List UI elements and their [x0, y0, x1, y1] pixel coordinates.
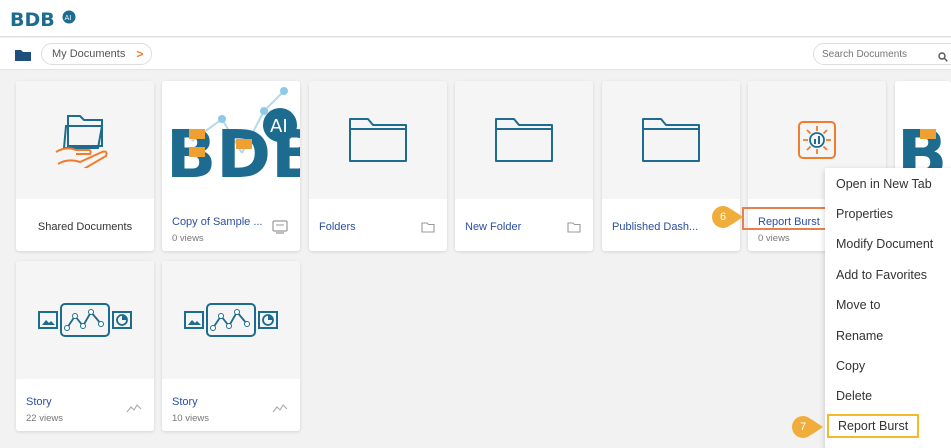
document-card-folders[interactable]: Folders [309, 81, 447, 251]
card-thumbnail: BDB AI [162, 81, 300, 199]
card-thumbnail [309, 81, 447, 199]
document-card-copy-of-sample[interactable]: BDB AI Copy of Sample ... 0 views [162, 81, 300, 251]
svg-text:BDB: BDB [10, 9, 55, 30]
search-icon[interactable] [938, 49, 948, 67]
bdb-logo[interactable]: BDB AI [10, 8, 76, 30]
document-card-shared-documents[interactable]: Shared Documents [16, 81, 154, 251]
menu-item-properties[interactable]: Properties [836, 207, 893, 221]
folder-icon [642, 118, 700, 162]
card-thumbnail [16, 81, 154, 199]
svg-text:AI: AI [270, 116, 288, 137]
card-name: Shared Documents [37, 221, 133, 233]
menu-item-modify-document[interactable]: Modify Document [836, 237, 933, 251]
highlight-frame [742, 207, 828, 230]
document-card-story-1[interactable]: Story 22 views [16, 261, 154, 431]
menu-item-report-burst[interactable]: Report Burst [827, 414, 920, 438]
dashboard-icon [272, 220, 288, 239]
card-thumbnail [162, 261, 300, 379]
line-chart-icon [272, 400, 288, 418]
document-card-new-folder[interactable]: New Folder [455, 81, 593, 251]
context-menu: Open in New Tab Properties Modify Docume… [825, 168, 951, 448]
card-views: 22 views [26, 413, 63, 424]
step-badge-7: 7 [792, 416, 814, 438]
step-badge-6: 6 [712, 206, 734, 228]
card-views: 10 views [172, 413, 209, 424]
folder-icon [15, 48, 31, 66]
line-chart-icon [126, 400, 142, 418]
card-thumbnail [455, 81, 593, 199]
breadcrumb-label: My Documents [52, 48, 126, 60]
top-bar: BDB AI [0, 0, 951, 37]
story-icon [184, 303, 278, 337]
report-burst-icon [798, 121, 836, 159]
card-name: Folders [319, 221, 356, 233]
menu-item-rename[interactable]: Rename [836, 329, 883, 343]
document-card-story-2[interactable]: Story 10 views [162, 261, 300, 431]
search-input[interactable] [813, 43, 951, 65]
menu-item-open-in-new-tab[interactable]: Open in New Tab [836, 177, 932, 191]
card-name: New Folder [465, 221, 522, 233]
story-icon [38, 303, 132, 337]
chevron-right-icon: > [136, 47, 144, 61]
folder-icon [421, 220, 435, 238]
folder-icon [495, 118, 553, 162]
card-thumbnail [16, 261, 154, 379]
card-name: Copy of Sample ... [172, 216, 263, 228]
breadcrumb[interactable]: My Documents > [41, 43, 153, 65]
menu-item-delete[interactable]: Delete [836, 389, 872, 403]
folder-icon [567, 220, 581, 238]
bdb-ai-logo: BDB AI [166, 87, 300, 193]
card-views: 0 views [758, 233, 790, 244]
card-thumbnail [602, 81, 740, 199]
toolbar: My Documents > [0, 38, 951, 70]
menu-item-add-to-favorites[interactable]: Add to Favorites [836, 268, 927, 282]
shared-folder-icon [55, 115, 108, 168]
card-name: Published Dash... [612, 221, 699, 233]
menu-item-copy[interactable]: Copy [836, 359, 865, 373]
svg-text:AI: AI [65, 14, 72, 22]
card-views: 0 views [172, 233, 204, 244]
card-name: Story [26, 396, 52, 408]
folder-icon [349, 118, 407, 162]
menu-item-move-to[interactable]: Move to [836, 298, 880, 312]
card-name: Story [172, 396, 198, 408]
